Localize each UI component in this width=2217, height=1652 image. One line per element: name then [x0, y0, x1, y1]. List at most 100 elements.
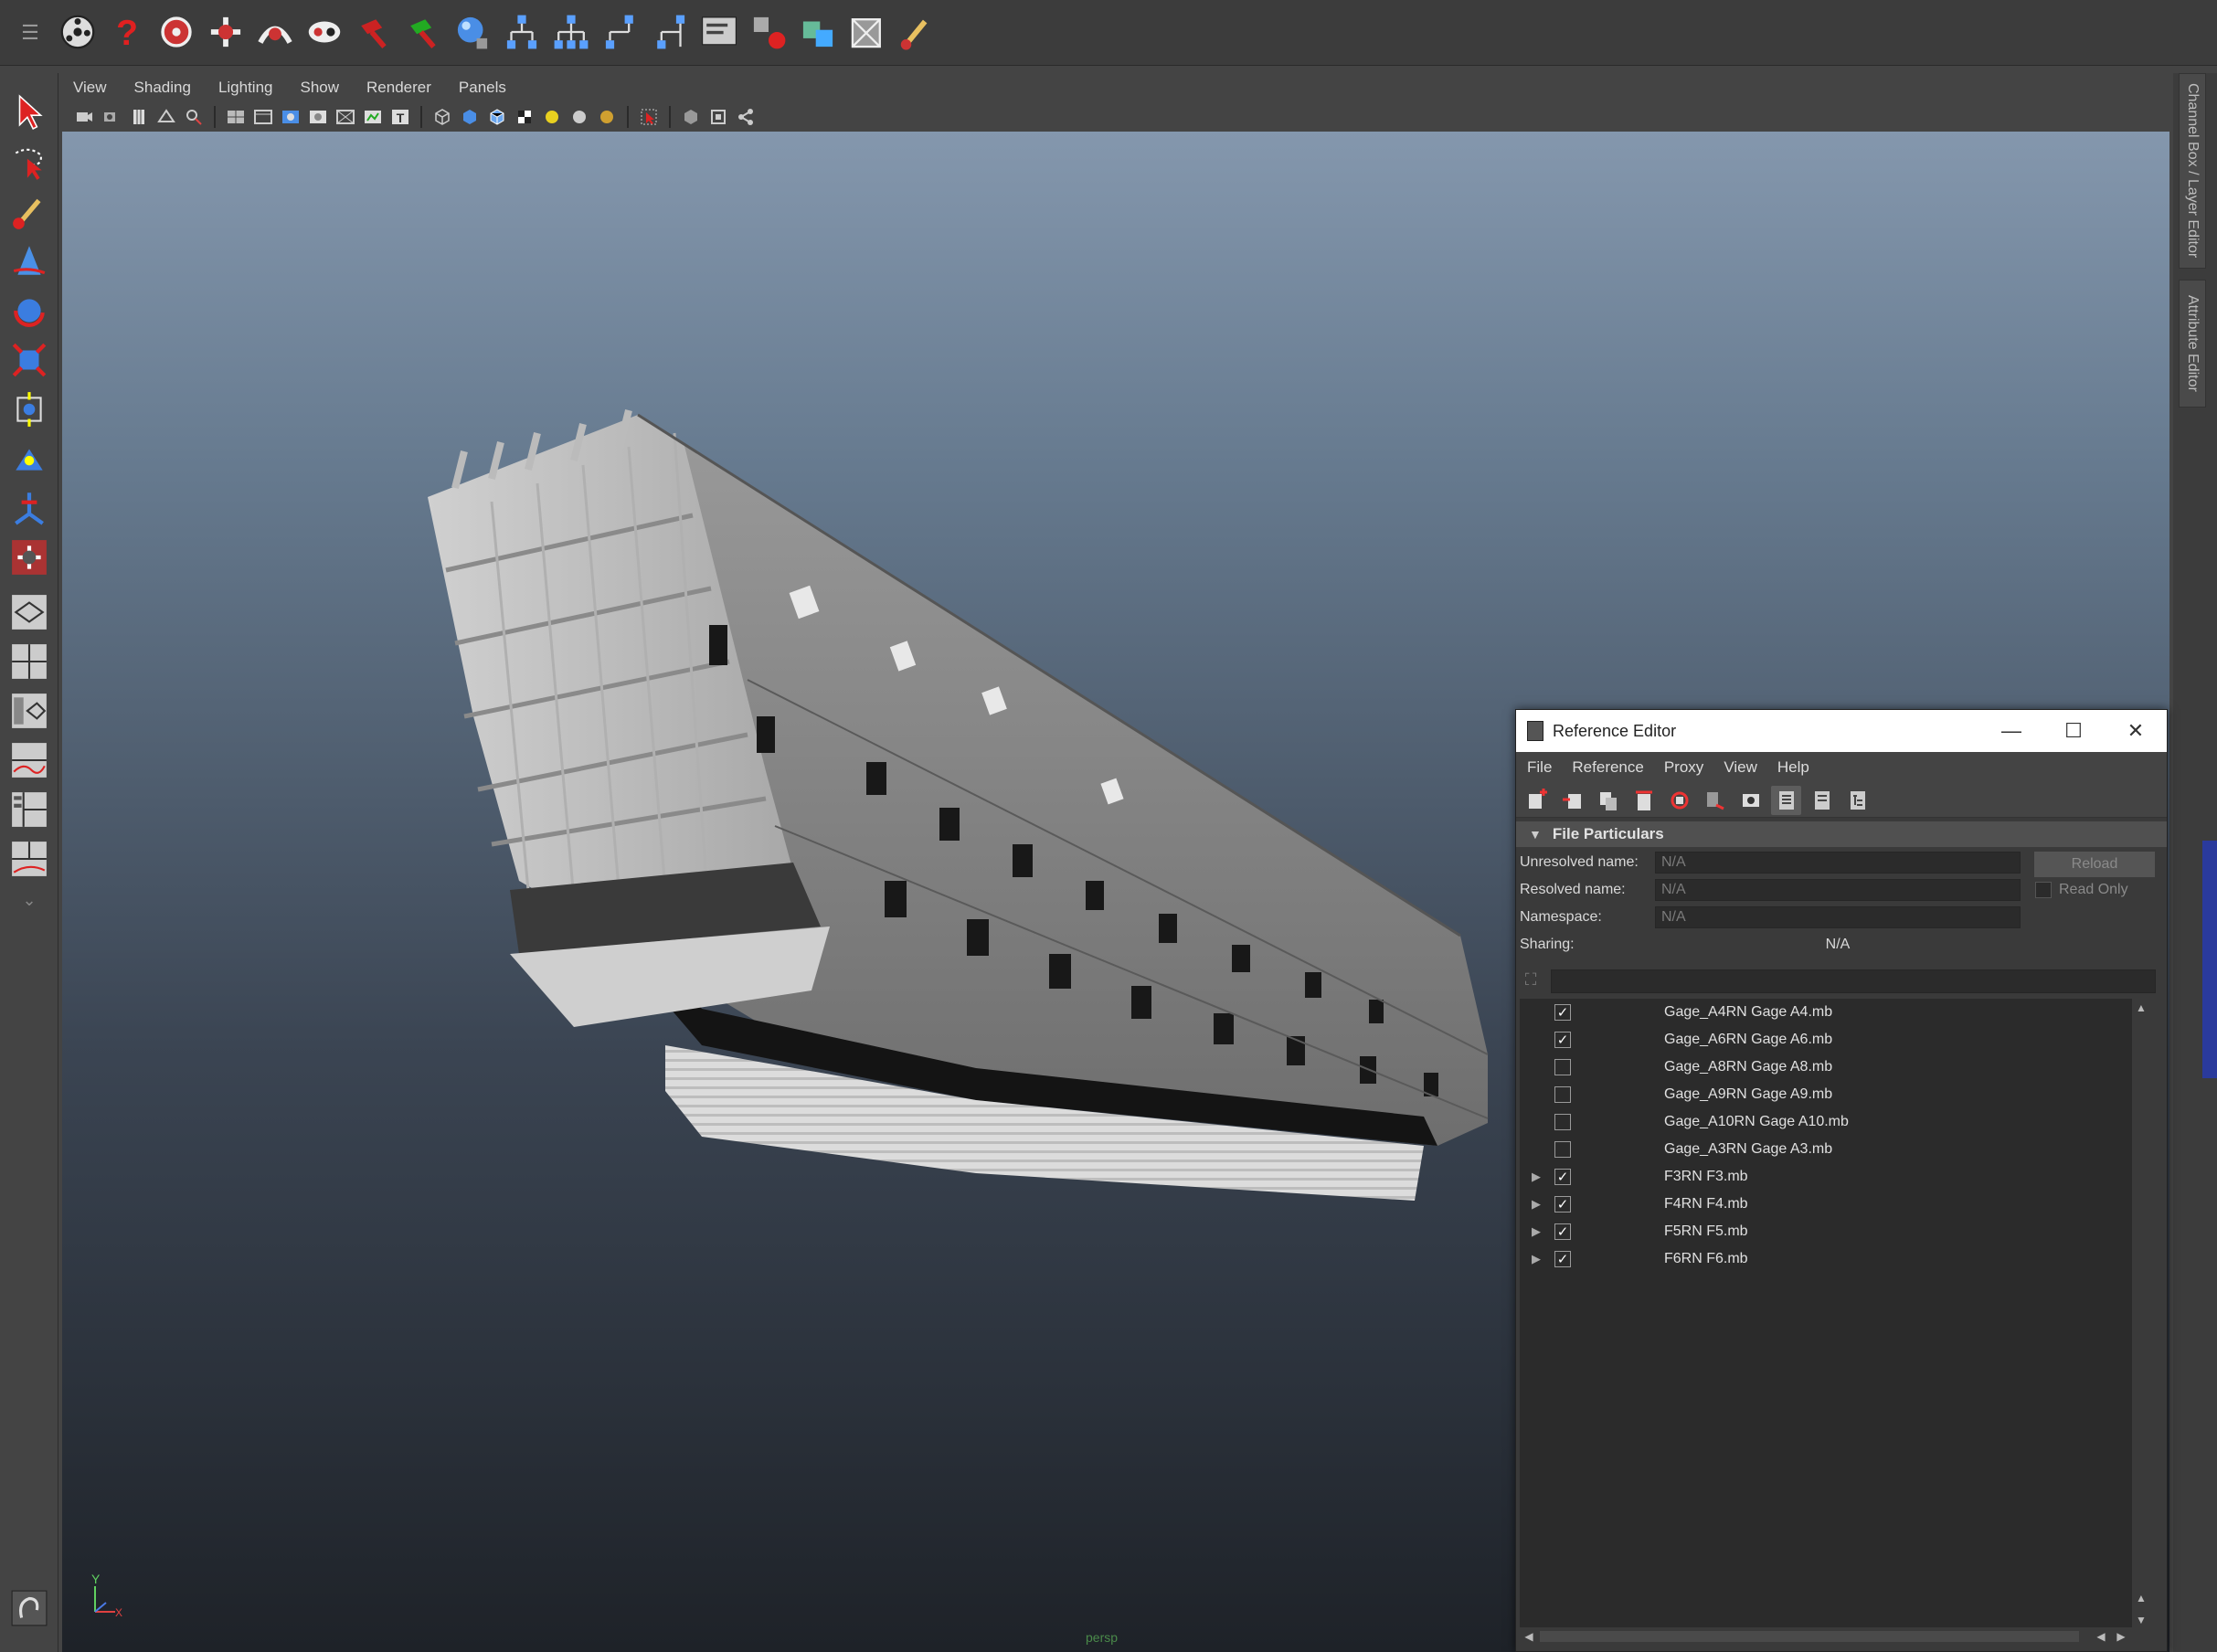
unload-reference-icon[interactable] [1700, 786, 1730, 815]
share-icon[interactable] [735, 106, 757, 128]
rotate-tool-icon[interactable] [7, 289, 51, 333]
create-reference-icon[interactable] [1522, 786, 1552, 815]
reload-button[interactable]: Reload [2033, 851, 2156, 878]
safe-action-icon[interactable] [362, 106, 384, 128]
isolate-select-icon[interactable] [638, 106, 660, 128]
lasso-tool-icon[interactable] [7, 141, 51, 185]
xray-joints-icon[interactable] [707, 106, 729, 128]
attribute-editor-tab[interactable]: Attribute Editor [2179, 280, 2206, 408]
menu-reference[interactable]: Reference [1572, 758, 1643, 777]
list-item[interactable]: ✓ Gage_A6RN Gage A6.mb [1520, 1026, 2150, 1054]
namespace-field[interactable]: N/A [1655, 906, 2021, 928]
list-view-icon[interactable] [1771, 785, 1801, 815]
reference-checkbox[interactable]: ✓ [1554, 1004, 1571, 1021]
horizontal-scrollbar[interactable]: ◀ ◀ ▶ [1520, 1627, 2150, 1646]
outliner-icon[interactable] [696, 7, 742, 57]
channel-box-tab[interactable]: Channel Box / Layer Editor [2179, 73, 2206, 269]
hierarchy-icon-4[interactable] [647, 7, 693, 57]
film-gate-icon[interactable] [252, 106, 274, 128]
import-reference-icon[interactable] [1557, 786, 1587, 815]
scroll-down-icon[interactable]: ▼ [2132, 1611, 2150, 1629]
read-only-box[interactable] [2035, 882, 2052, 898]
soft-mod-icon[interactable] [7, 437, 51, 481]
menu-file[interactable]: File [1527, 758, 1552, 777]
safe-title-icon[interactable]: T [389, 106, 411, 128]
crate-icon[interactable] [844, 7, 890, 57]
help-icon[interactable]: ? [104, 7, 150, 57]
scale-tool-icon[interactable] [7, 338, 51, 382]
select-tool-icon[interactable] [7, 90, 51, 133]
panel-menu-renderer[interactable]: Renderer [366, 79, 431, 97]
camera-attributes-icon[interactable] [101, 106, 122, 128]
scroll-up-icon[interactable]: ▲ [2132, 1589, 2150, 1607]
reference-editor-titlebar[interactable]: Reference Editor — ☐ ✕ [1516, 710, 2167, 752]
layout-outliner-icon[interactable] [7, 689, 51, 733]
scroll-left-icon[interactable]: ◀ [1520, 1627, 1538, 1646]
list-item[interactable]: ▶ ✓ F3RN F3.mb [1520, 1163, 2150, 1191]
wireframe-icon[interactable] [431, 106, 453, 128]
panel-menu-show[interactable]: Show [301, 79, 340, 97]
transfer-icon[interactable] [746, 7, 791, 57]
reference-checkbox[interactable]: ✓ [1554, 1223, 1571, 1240]
layout-graph-icon[interactable] [7, 738, 51, 782]
panel-menu-view[interactable]: View [73, 79, 107, 97]
list-item[interactable]: ▶ ✓ F5RN F5.mb [1520, 1218, 2150, 1245]
wireframe-on-shaded-icon[interactable] [486, 106, 508, 128]
bookmark-icon[interactable] [128, 106, 150, 128]
close-icon[interactable]: ✕ [2105, 710, 2167, 752]
toolbox-collapse-icon[interactable]: ⌄ [7, 886, 51, 914]
menu-proxy[interactable]: Proxy [1664, 758, 1703, 777]
maximize-icon[interactable]: ☐ [2042, 710, 2105, 752]
last-tool-icon[interactable] [7, 535, 51, 579]
reel-icon[interactable] [55, 7, 101, 57]
expand-arrow-icon[interactable]: ▶ [1525, 1252, 1547, 1266]
scroll-right-icon[interactable]: ▶ [2112, 1627, 2130, 1646]
scroll-thumb[interactable] [1540, 1631, 2079, 1642]
panel-menu-lighting[interactable]: Lighting [218, 79, 273, 97]
read-only-checkbox[interactable]: Read Only [2035, 882, 2128, 898]
hierarchy-icon-1[interactable] [499, 7, 545, 57]
hammer-icon[interactable] [351, 7, 397, 57]
list-item[interactable]: Gage_A8RN Gage A8.mb [1520, 1054, 2150, 1081]
resolution-gate-icon[interactable] [280, 106, 302, 128]
shadows-icon[interactable] [596, 106, 618, 128]
scroll-up-icon[interactable]: ▲ [2132, 999, 2150, 1017]
resolved-name-field[interactable]: N/A [1655, 879, 2021, 901]
grid-toggle-icon[interactable] [225, 106, 247, 128]
filter-input[interactable] [1551, 969, 2156, 993]
paint-brush-icon[interactable] [894, 7, 939, 57]
image-plane-icon[interactable] [155, 106, 177, 128]
tree-view-icon[interactable] [1842, 786, 1872, 815]
layout-hypergraph-icon[interactable] [7, 788, 51, 831]
reference-checkbox[interactable]: ✓ [1554, 1169, 1571, 1185]
minimize-icon[interactable]: — [1980, 710, 2042, 752]
detail-view-icon[interactable] [1807, 786, 1837, 815]
list-item[interactable]: ▶ ✓ F4RN F4.mb [1520, 1191, 2150, 1218]
xray-icon[interactable] [680, 106, 702, 128]
field-chart-icon[interactable] [334, 106, 356, 128]
green-hammer-icon[interactable] [400, 7, 446, 57]
reference-checkbox[interactable]: ✓ [1554, 1251, 1571, 1267]
layout-multi-icon[interactable] [7, 837, 51, 881]
expand-arrow-icon[interactable]: ▶ [1525, 1197, 1547, 1212]
reference-checkbox[interactable] [1554, 1141, 1571, 1158]
menu-help[interactable]: Help [1777, 758, 1809, 777]
list-item[interactable]: ✓ Gage_A4RN Gage A4.mb [1520, 999, 2150, 1026]
edit-proxy-icon[interactable] [1735, 786, 1766, 815]
vertical-scrollbar[interactable]: ▲ ▲ ▼ [2132, 999, 2150, 1629]
panel-menu-panels[interactable]: Panels [459, 79, 506, 97]
2d-pan-zoom-icon[interactable] [183, 106, 205, 128]
scroll-left-icon[interactable]: ◀ [2092, 1627, 2110, 1646]
list-item[interactable]: Gage_A9RN Gage A9.mb [1520, 1081, 2150, 1108]
expand-arrow-icon[interactable]: ▶ [1525, 1224, 1547, 1239]
hierarchy-icon-2[interactable] [548, 7, 594, 57]
sphere-icon[interactable] [450, 7, 495, 57]
filter-icon[interactable]: ⛶ [1520, 970, 1542, 992]
shelf-menu-handle[interactable]: ☰ [13, 9, 48, 57]
joint-tool-icon[interactable] [203, 7, 249, 57]
list-item[interactable]: ▶ ✓ F6RN F6.mb [1520, 1245, 2150, 1273]
unresolved-name-field[interactable]: N/A [1655, 852, 2021, 874]
camera-select-icon[interactable] [73, 106, 95, 128]
layout-four-icon[interactable] [7, 640, 51, 683]
skin-tool-icon[interactable] [252, 7, 298, 57]
